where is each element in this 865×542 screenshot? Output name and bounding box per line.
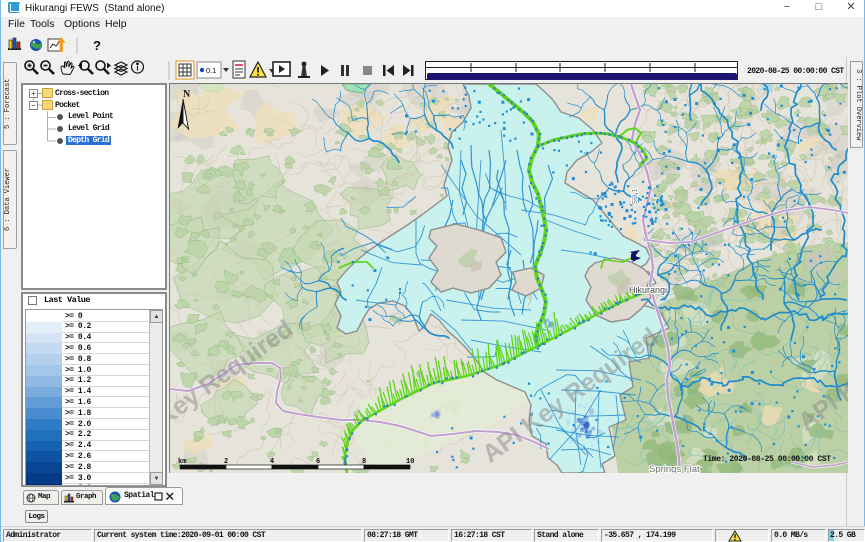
svg-text:N: N xyxy=(183,89,191,100)
svg-text:SH 1: SH 1 xyxy=(630,188,639,205)
svg-text:0.1: 0.1 xyxy=(206,66,216,75)
svg-text:8: 8 xyxy=(362,458,366,466)
svg-text:10: 10 xyxy=(406,458,414,466)
svg-text:6: 6 xyxy=(316,458,320,466)
svg-text:4: 4 xyxy=(270,458,274,466)
svg-text:?: ? xyxy=(93,38,101,53)
svg-text:km: km xyxy=(178,458,186,466)
svg-text:Hikurangi: Hikurangi xyxy=(629,285,667,295)
svg-text:Time: 2020-08-25 00:00:00 CST: Time: 2020-08-25 00:00:00 CST xyxy=(703,455,831,464)
svg-text:2: 2 xyxy=(224,458,228,466)
svg-text:Springs Flat: Springs Flat xyxy=(649,464,700,473)
